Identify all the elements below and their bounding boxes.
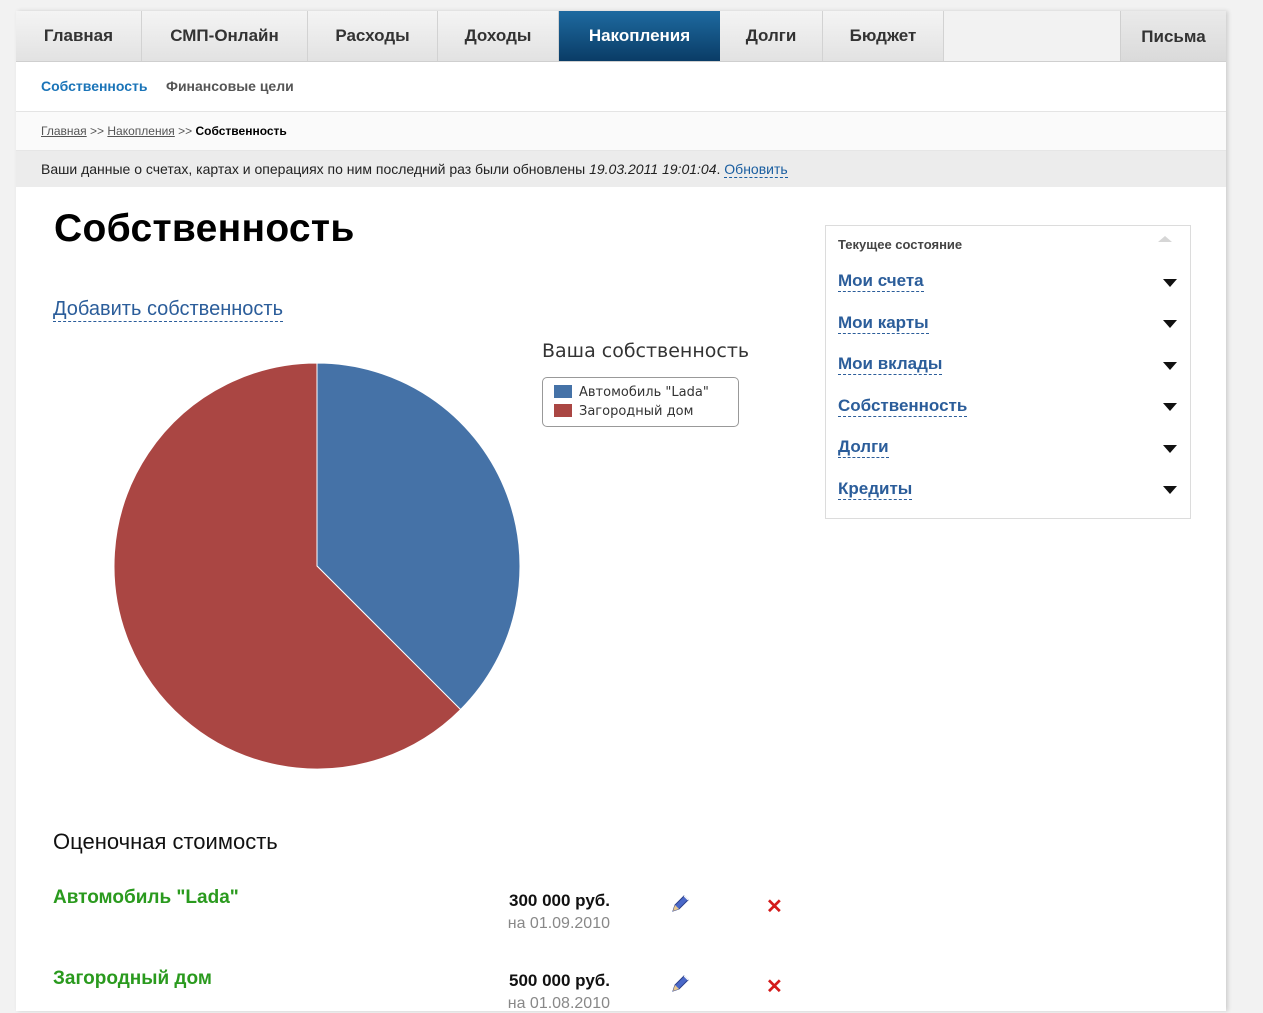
pencil-icon[interactable] (669, 973, 691, 995)
property-date: на 01.09.2010 (507, 915, 610, 932)
chevron-down-icon[interactable] (1163, 445, 1177, 453)
chevron-down-icon[interactable] (1163, 362, 1177, 370)
property-amount: 300 000 руб. (508, 891, 610, 910)
legend-swatch (554, 385, 572, 398)
property-amount: 500 000 руб. (508, 971, 610, 990)
chevron-down-icon[interactable] (1163, 320, 1177, 328)
panel-item-property[interactable]: Собственность (838, 396, 968, 417)
legend-item[interactable]: Загородный дом (554, 403, 693, 421)
panel-item-cards[interactable]: Мои карты (838, 313, 929, 334)
pencil-icon[interactable] (669, 893, 691, 915)
page-container: Главная СМП-Онлайн Расходы Доходы Накопл… (16, 11, 1226, 1012)
delete-icon[interactable]: ✕ (766, 977, 783, 997)
panel-item-accounts[interactable]: Мои счета (838, 271, 924, 292)
legend-label: Автомобиль "Lada" (579, 385, 709, 400)
tab-budget[interactable]: Бюджет (823, 11, 944, 61)
property-date: на 01.08.2010 (507, 995, 610, 1012)
chevron-down-icon[interactable] (1163, 403, 1177, 411)
chevron-down-icon[interactable] (1163, 486, 1177, 494)
property-pie-chart (113, 362, 521, 770)
property-name[interactable]: Загородный дом (53, 968, 212, 990)
panel-item-credits[interactable]: Кредиты (838, 479, 913, 500)
refresh-link[interactable]: Обновить (724, 161, 788, 178)
chart-legend: Автомобиль "Lada" Загородный дом (542, 377, 739, 427)
current-state-panel: Текущее состояние Мои счета Мои карты Мо… (825, 225, 1191, 519)
nav-gap (944, 11, 1120, 61)
legend-swatch (554, 404, 572, 417)
panel-item-debts[interactable]: Долги (838, 437, 889, 458)
legend-label: Загородный дом (579, 404, 694, 419)
tab-debts[interactable]: Долги (720, 11, 823, 61)
delete-icon[interactable]: ✕ (766, 897, 783, 917)
tab-letters[interactable]: Письма (1120, 11, 1226, 61)
chevron-down-icon[interactable] (1163, 279, 1177, 287)
collapse-up-icon[interactable] (1158, 236, 1172, 242)
legend-item[interactable]: Автомобиль "Lada" (554, 384, 709, 402)
update-datetime: 19.03.2011 19:01:04 (589, 161, 717, 177)
property-name[interactable]: Автомобиль "Lada" (53, 887, 239, 909)
panel-title: Текущее состояние (838, 237, 963, 252)
valuation-title: Оценочная стоимость (53, 829, 278, 854)
chart-title: Ваша собственность (542, 340, 750, 362)
tab-savings[interactable]: Накопления (559, 11, 720, 61)
panel-item-deposits[interactable]: Мои вклады (838, 354, 943, 375)
